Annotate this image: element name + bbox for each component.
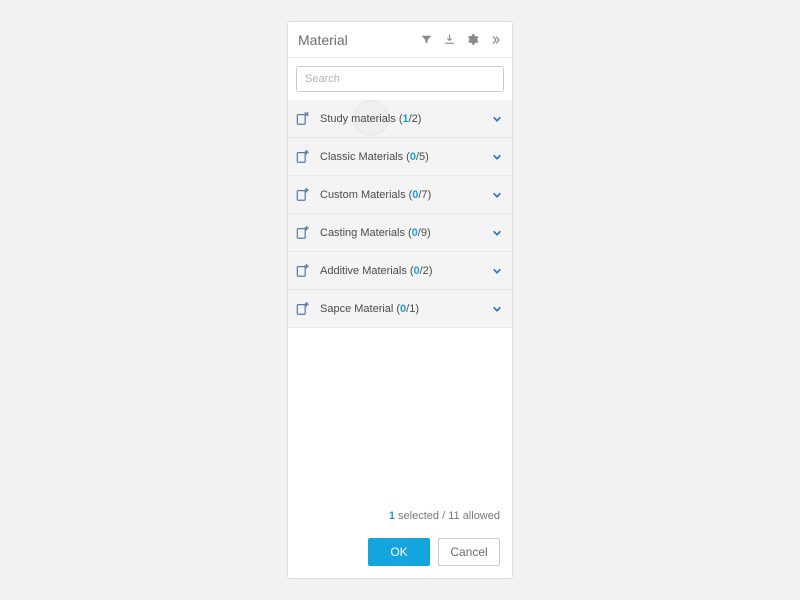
category-count: (0/1) bbox=[396, 303, 419, 315]
chevron-down-icon[interactable] bbox=[492, 266, 502, 276]
header-toolbar bbox=[419, 33, 502, 47]
material-panel: Material Study materials (1/2) bbox=[287, 21, 513, 579]
status-tail: allowed bbox=[463, 510, 500, 522]
category-row[interactable]: Classic Materials (0/5) bbox=[288, 138, 512, 176]
new-page-icon bbox=[296, 112, 310, 126]
footer-buttons: OK Cancel bbox=[288, 538, 512, 578]
category-count: (0/9) bbox=[408, 227, 431, 239]
category-name: Classic Materials bbox=[320, 151, 403, 163]
category-name: Study materials bbox=[320, 113, 396, 125]
category-label: Custom Materials (0/7) bbox=[320, 189, 492, 201]
category-count: (0/5) bbox=[406, 151, 429, 163]
chevron-down-icon[interactable] bbox=[492, 190, 502, 200]
chevron-down-icon[interactable] bbox=[492, 152, 502, 162]
category-row[interactable]: Sapce Material (0/1) bbox=[288, 290, 512, 328]
expand-icon[interactable] bbox=[488, 33, 502, 47]
category-count: (0/7) bbox=[409, 189, 432, 201]
category-list: Study materials (1/2) Classic Materials … bbox=[288, 100, 512, 328]
allowed-count: 11 bbox=[448, 510, 459, 522]
category-label: Additive Materials (0/2) bbox=[320, 265, 492, 277]
search-container bbox=[288, 58, 512, 100]
category-name: Sapce Material bbox=[320, 303, 393, 315]
category-row[interactable]: Casting Materials (0/9) bbox=[288, 214, 512, 252]
panel-body-spacer bbox=[288, 328, 512, 504]
cancel-button[interactable]: Cancel bbox=[438, 538, 500, 566]
panel-header: Material bbox=[288, 22, 512, 58]
search-input[interactable] bbox=[296, 66, 504, 92]
category-label: Study materials (1/2) bbox=[320, 113, 492, 125]
chevron-down-icon[interactable] bbox=[492, 114, 502, 124]
category-count: (1/2) bbox=[399, 113, 422, 125]
category-row[interactable]: Study materials (1/2) bbox=[288, 100, 512, 138]
category-row[interactable]: Custom Materials (0/7) bbox=[288, 176, 512, 214]
chevron-down-icon[interactable] bbox=[492, 228, 502, 238]
chevron-down-icon[interactable] bbox=[492, 304, 502, 314]
gear-icon[interactable] bbox=[465, 33, 479, 47]
download-icon[interactable] bbox=[442, 33, 456, 47]
status-sep: selected / bbox=[398, 510, 445, 522]
filter-icon[interactable] bbox=[419, 33, 433, 47]
category-row[interactable]: Additive Materials (0/2) bbox=[288, 252, 512, 290]
panel-title: Material bbox=[298, 32, 419, 48]
selected-count: 1 bbox=[389, 510, 395, 522]
selection-status: 1 selected / 11 allowed bbox=[288, 504, 512, 538]
ok-button[interactable]: OK bbox=[368, 538, 430, 566]
category-name: Custom Materials bbox=[320, 189, 406, 201]
category-count: (0/2) bbox=[410, 265, 433, 277]
new-page-icon bbox=[296, 264, 310, 278]
new-page-icon bbox=[296, 188, 310, 202]
new-page-icon bbox=[296, 226, 310, 240]
category-label: Classic Materials (0/5) bbox=[320, 151, 492, 163]
category-label: Casting Materials (0/9) bbox=[320, 227, 492, 239]
new-page-icon bbox=[296, 150, 310, 164]
category-name: Additive Materials bbox=[320, 265, 407, 277]
new-page-icon bbox=[296, 302, 310, 316]
category-name: Casting Materials bbox=[320, 227, 405, 239]
category-label: Sapce Material (0/1) bbox=[320, 303, 492, 315]
